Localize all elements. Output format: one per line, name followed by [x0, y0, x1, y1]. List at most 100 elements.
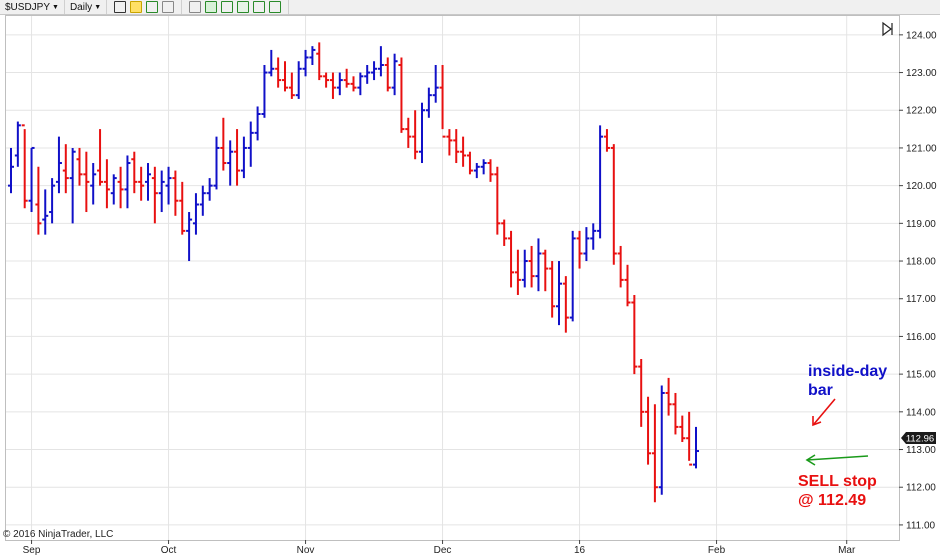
- plot-area-border: [5, 15, 900, 541]
- crosshair-icon[interactable]: [162, 1, 175, 13]
- price-bar: [192, 193, 199, 235]
- price-bar: [480, 159, 487, 175]
- y-tick-label: 114.00: [906, 407, 936, 418]
- y-tick-label: 111.00: [906, 520, 936, 531]
- annotation-sell-stop: SELL stop: [798, 473, 877, 490]
- price-bar: [364, 65, 371, 84]
- price-bar: [466, 151, 473, 175]
- price-bar: [556, 261, 562, 326]
- properties-icon[interactable]: [253, 1, 266, 13]
- price-bar: [172, 170, 179, 216]
- data-box-icon[interactable]: [205, 1, 218, 13]
- price-bar: [206, 178, 213, 201]
- price-bar: [282, 61, 288, 92]
- image-icon[interactable]: [237, 1, 250, 13]
- y-tick-label: 115.00: [906, 370, 936, 381]
- price-bar: [391, 53, 398, 96]
- chevron-down-icon: ▼: [52, 3, 59, 11]
- chart-toolbar: $USDJPY ▼ Daily ▼: [0, 0, 940, 15]
- price-bar: [405, 117, 412, 148]
- x-tick-label: Mar: [838, 545, 856, 556]
- x-tick-label: Nov: [297, 545, 315, 556]
- price-bar: [597, 125, 604, 239]
- scroll-to-end-icon[interactable]: [882, 21, 893, 37]
- price-bar: [124, 155, 131, 209]
- price-bar: [672, 392, 679, 435]
- price-bar: [213, 136, 220, 190]
- price-bar: [542, 249, 549, 292]
- y-tick-label: 113.00: [906, 445, 936, 456]
- price-bar: [508, 230, 515, 288]
- bar-style-icon[interactable]: [114, 1, 127, 13]
- symbol-selector[interactable]: $USDJPY ▼: [0, 0, 65, 14]
- price-bar: [528, 245, 535, 288]
- y-tick-label: 119.00: [906, 219, 936, 230]
- pencil-icon[interactable]: [130, 1, 143, 13]
- price-chart[interactable]: 111.00 112.00 113.00 114.00 115.00 116.00 117.…: [0, 14, 940, 559]
- price-bar: [240, 136, 247, 179]
- last-price-marker: 112.96: [901, 432, 936, 445]
- price-bar: [247, 121, 254, 167]
- price-bar: [617, 245, 624, 288]
- price-bar: [103, 159, 110, 209]
- price-bar: [521, 249, 528, 288]
- price-bar: [686, 411, 693, 466]
- price-bar: [42, 189, 49, 235]
- tool-group: [107, 0, 183, 14]
- copyright-text: © 2016 NinjaTrader, LLC: [3, 529, 113, 540]
- price-bar: [55, 136, 62, 194]
- y-axis: 111.00 112.00 113.00 114.00 115.00 116.00 117.…: [899, 30, 937, 531]
- price-bar: [8, 147, 14, 194]
- y-tick-label: 122.00: [906, 106, 937, 117]
- price-bar: [590, 223, 597, 250]
- price-bar: [234, 129, 241, 186]
- price-bar: [227, 140, 234, 186]
- price-bar: [371, 61, 378, 81]
- price-bar: [158, 170, 165, 213]
- price-bar: [453, 129, 460, 164]
- zoom-icon[interactable]: [189, 1, 202, 13]
- price-bar: [14, 121, 21, 167]
- export-icon[interactable]: [269, 1, 282, 13]
- price-bar: [569, 230, 576, 322]
- price-bar: [473, 163, 480, 179]
- price-bar: [97, 129, 104, 186]
- annotation-arrow-green: [805, 454, 869, 466]
- price-bar: [254, 106, 261, 141]
- price-bar: [398, 57, 405, 133]
- price-bar: [220, 117, 227, 171]
- price-bar: [117, 166, 124, 209]
- price-bar: [35, 166, 42, 235]
- x-tick-label: 16: [574, 545, 586, 556]
- price-bar: [21, 124, 28, 209]
- price-bar: [336, 72, 343, 96]
- price-bar: [145, 163, 151, 201]
- price-bar: [384, 57, 391, 92]
- price-bar: [645, 396, 652, 465]
- price-bar: [288, 72, 295, 99]
- chevron-down-icon: ▼: [94, 3, 102, 11]
- price-bar: [83, 151, 90, 213]
- price-bar: [316, 42, 323, 81]
- price-bar: [432, 65, 439, 103]
- x-axis: Sep Oct Nov Dec 16 Feb Mar: [23, 540, 856, 556]
- x-tick-label: Dec: [434, 545, 452, 556]
- y-tick-label: 121.00: [906, 143, 937, 154]
- y-tick-label: 123.00: [906, 68, 937, 79]
- y-tick-label: 117.00: [906, 294, 936, 305]
- price-bar: [110, 174, 117, 205]
- interval-selector[interactable]: Daily ▼: [65, 0, 108, 14]
- x-tick-label: Oct: [161, 545, 177, 556]
- y-tick-label: 118.00: [906, 257, 936, 268]
- drawing-tool-icon[interactable]: [146, 1, 159, 13]
- symbol-label: $USDJPY: [5, 1, 51, 13]
- y-tick-label: 120.00: [906, 181, 937, 192]
- tool-group-2: [182, 0, 290, 14]
- x-tick-label: Feb: [708, 545, 726, 556]
- price-bar: [90, 163, 97, 205]
- price-bar: [562, 276, 569, 333]
- bars-layer: [8, 42, 699, 503]
- grid-icon[interactable]: [221, 1, 234, 13]
- annotation-inside-day: inside-day: [808, 363, 887, 380]
- price-bar: [514, 249, 521, 295]
